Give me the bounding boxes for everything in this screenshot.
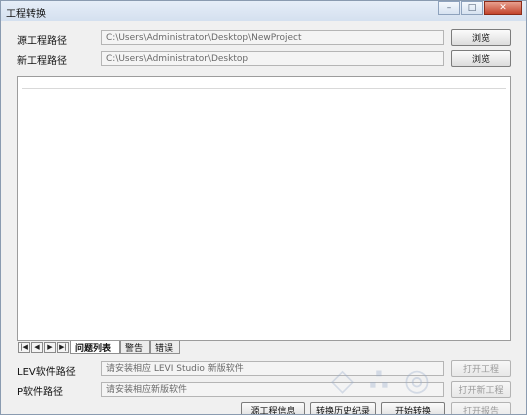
tab-errors[interactable]: 错误 (150, 341, 180, 354)
target-path-label: 新工程路径 (17, 56, 67, 67)
open-report-button[interactable]: 打开报告 (451, 402, 511, 414)
list-header-divider (22, 88, 506, 89)
next-tab-icon[interactable]: ▶ (44, 342, 56, 353)
prev-tab-icon[interactable]: ◀ (31, 342, 43, 353)
tab-issue-list[interactable]: 问题列表 (70, 341, 120, 354)
lev-path-label: LEV软件路径 (17, 367, 76, 378)
target-path-field[interactable]: C:\Users\Administrator\Desktop (101, 51, 444, 66)
history-button[interactable]: 转换历史纪录 (310, 402, 376, 414)
title-bar: 工程转换 – □ ✕ (1, 1, 526, 21)
source-info-button[interactable]: 源工程信息 (241, 402, 305, 414)
issue-list[interactable] (17, 76, 511, 341)
target-browse-button[interactable]: 浏览 (451, 50, 511, 67)
restore-button[interactable]: □ (461, 1, 483, 15)
first-tab-icon[interactable]: |◀ (18, 342, 30, 353)
close-button[interactable]: ✕ (484, 1, 522, 15)
p-path-label: P软件路径 (17, 387, 64, 398)
tab-warnings[interactable]: 警告 (120, 341, 150, 354)
window-title: 工程转换 (6, 9, 46, 20)
start-convert-button[interactable]: 开始转换 (381, 402, 445, 414)
source-browse-button[interactable]: 浏览 (451, 29, 511, 46)
window-controls: – □ ✕ (438, 1, 522, 15)
minimize-button[interactable]: – (438, 1, 460, 15)
source-path-label: 源工程路径 (17, 36, 67, 47)
source-path-field[interactable]: C:\Users\Administrator\Desktop\NewProjec… (101, 30, 444, 45)
last-tab-icon[interactable]: ▶| (57, 342, 69, 353)
tab-nav: |◀ ◀ ▶ ▶| (18, 342, 69, 353)
project-convert-window: 工程转换 – □ ✕ 源工程路径 C:\Users\Administrator\… (0, 0, 527, 415)
